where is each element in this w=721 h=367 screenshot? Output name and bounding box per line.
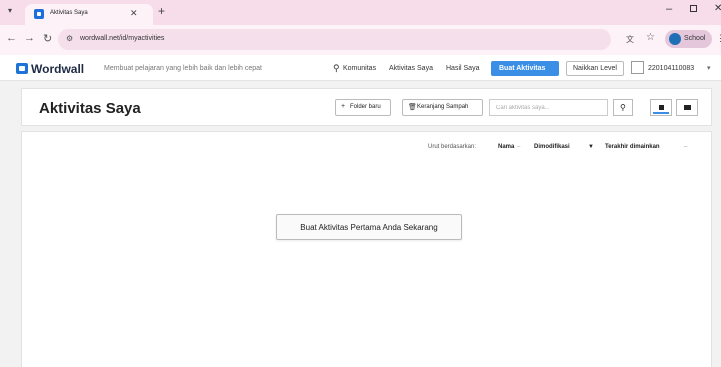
activities-panel: Urut berdasarkan: Nama – Dimodifikasi ▼ … bbox=[21, 131, 712, 367]
wordwall-favicon-icon bbox=[34, 9, 44, 19]
activity-search-box bbox=[489, 99, 608, 116]
create-first-activity-label: Buat Aktivitas Pertama Anda Sekarang bbox=[300, 223, 438, 232]
logo-text[interactable]: Wordwall bbox=[31, 62, 84, 76]
create-activity-button[interactable]: Buat Aktivitas bbox=[491, 61, 559, 76]
nav-my-activities[interactable]: Aktivitas Saya bbox=[389, 65, 433, 72]
trash-button[interactable]: 🗑 Keranjang Sampah bbox=[402, 99, 483, 116]
sort-name-arrow-icon: – bbox=[517, 144, 521, 150]
plus-icon: + bbox=[341, 103, 346, 110]
upgrade-label: Naikkan Level bbox=[573, 65, 617, 72]
sort-played-arrow-icon: – bbox=[684, 144, 688, 150]
active-view-indicator bbox=[653, 112, 669, 114]
bookmark-star-icon[interactable]: ☆ bbox=[646, 32, 655, 43]
forward-arrow-icon[interactable]: → bbox=[24, 32, 35, 44]
sort-modified-caret-icon: ▼ bbox=[588, 144, 594, 150]
magnifier-icon: ⚲ bbox=[620, 103, 626, 112]
window-close-icon[interactable]: ✕ bbox=[714, 3, 721, 14]
window-maximize-icon[interactable] bbox=[690, 5, 697, 12]
browser-tab[interactable]: Aktivitas Saya ✕ bbox=[25, 4, 153, 25]
nav-my-results[interactable]: Hasil Saya bbox=[446, 65, 479, 72]
profile-avatar-icon bbox=[669, 33, 681, 45]
user-avatar[interactable] bbox=[631, 61, 644, 74]
tagline: Membuat pelajaran yang lebih baik dan le… bbox=[104, 65, 262, 72]
window-minimize-icon[interactable]: – bbox=[666, 3, 672, 15]
new-folder-button[interactable]: + Folder baru bbox=[335, 99, 391, 116]
sort-by-name[interactable]: Nama bbox=[498, 144, 514, 150]
page-title-card: Aktivitas Saya + Folder baru 🗑 Keranjang… bbox=[21, 88, 712, 126]
trash-label: Keranjang Sampah bbox=[417, 104, 469, 110]
tab-title: Aktivitas Saya bbox=[50, 10, 88, 16]
tab-search-chevron-icon[interactable]: ▾ bbox=[8, 6, 12, 15]
search-icon[interactable]: ⚲ bbox=[333, 63, 340, 74]
upgrade-button[interactable]: Naikkan Level bbox=[566, 61, 624, 76]
url-text[interactable]: wordwall.net/id/myactivities bbox=[80, 35, 164, 42]
grid-view-button[interactable] bbox=[650, 99, 672, 116]
create-first-activity-button[interactable]: Buat Aktivitas Pertama Anda Sekarang bbox=[276, 214, 462, 240]
new-tab-icon[interactable]: + bbox=[158, 4, 165, 18]
nav-community[interactable]: Komunitas bbox=[343, 65, 376, 72]
sort-by-modified[interactable]: Dimodifikasi bbox=[534, 144, 570, 150]
user-menu-chevron-icon[interactable]: ▾ bbox=[707, 64, 711, 72]
search-submit-button[interactable]: ⚲ bbox=[613, 99, 633, 116]
site-settings-icon[interactable]: ⚙ bbox=[66, 34, 73, 43]
reload-icon[interactable]: ↻ bbox=[43, 32, 52, 45]
tab-close-icon[interactable]: ✕ bbox=[130, 8, 138, 19]
create-activity-label: Buat Aktivitas bbox=[499, 65, 546, 72]
translate-icon[interactable]: 文 bbox=[626, 34, 634, 45]
trash-icon: 🗑 bbox=[408, 104, 417, 111]
back-arrow-icon[interactable]: ← bbox=[6, 32, 17, 44]
new-folder-label: Folder baru bbox=[350, 104, 381, 110]
list-view-button[interactable] bbox=[676, 99, 698, 116]
sort-label: Urut berdasarkan: bbox=[428, 144, 477, 150]
wordwall-logo-icon[interactable] bbox=[16, 63, 28, 74]
address-bar[interactable]: ⚙ wordwall.net/id/myactivities bbox=[58, 29, 611, 50]
profile-label: School bbox=[684, 35, 706, 42]
username[interactable]: 220104110083 bbox=[648, 65, 694, 72]
site-header: Wordwall Membuat pelajaran yang lebih ba… bbox=[0, 55, 721, 81]
activity-search-input[interactable] bbox=[490, 100, 607, 115]
browser-menu-icon[interactable]: ⋮ bbox=[716, 33, 721, 44]
browser-toolbar: ← → ↻ ⚙ wordwall.net/id/myactivities 文 ☆… bbox=[0, 25, 721, 55]
sort-by-last-played[interactable]: Terakhir dimainkan bbox=[605, 144, 660, 150]
page-title: Aktivitas Saya bbox=[39, 100, 141, 117]
profile-button[interactable]: School bbox=[665, 30, 712, 48]
browser-tab-strip: ▾ Aktivitas Saya ✕ + – ✕ bbox=[0, 0, 721, 25]
